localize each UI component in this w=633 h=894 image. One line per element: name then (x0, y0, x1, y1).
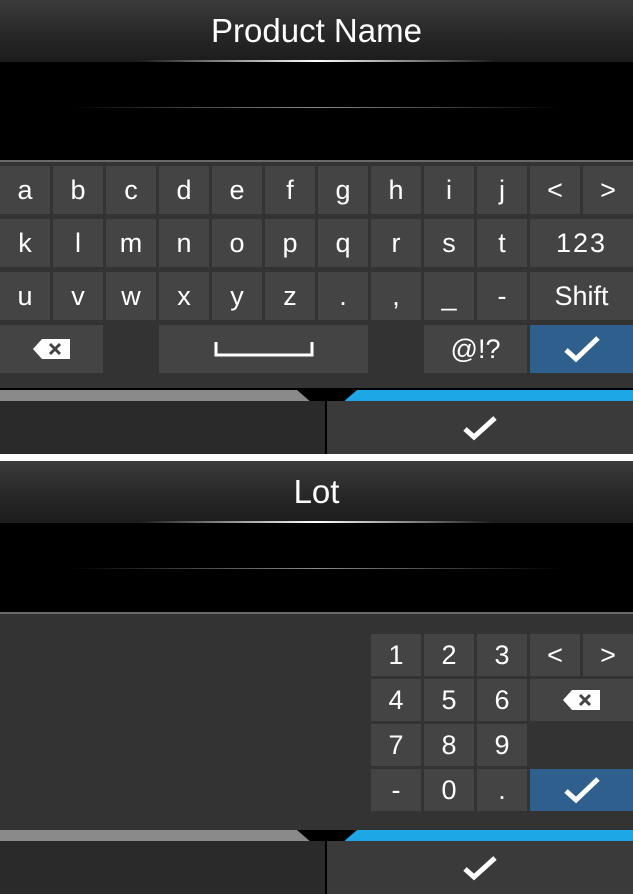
key-2[interactable]: 2 (424, 634, 474, 676)
key-d[interactable]: d (159, 166, 209, 214)
progress-inactive (0, 830, 310, 841)
backspace-key[interactable] (0, 325, 103, 373)
key-o[interactable]: o (212, 219, 262, 267)
key-7[interactable]: 7 (371, 724, 421, 766)
text-input-field[interactable] (0, 62, 633, 160)
shift-key[interactable]: Shift (530, 272, 633, 320)
key-n[interactable]: n (159, 219, 209, 267)
confirm-button[interactable] (327, 841, 633, 894)
checkmark-icon (563, 777, 600, 804)
key-v[interactable]: v (53, 272, 103, 320)
key-4[interactable]: 4 (371, 679, 421, 721)
backspace-icon (562, 690, 600, 710)
key-p[interactable]: p (265, 219, 315, 267)
key-8[interactable]: 8 (424, 724, 474, 766)
product-name-screen: Product Name a b c d e f g h i j < > k l… (0, 0, 633, 454)
key-q[interactable]: q (318, 219, 368, 267)
key-1[interactable]: 1 (371, 634, 421, 676)
cursor-right-key[interactable]: > (583, 166, 633, 214)
enter-key[interactable] (530, 769, 633, 811)
backspace-key[interactable] (530, 679, 633, 721)
key-decimal[interactable]: . (477, 769, 527, 811)
lot-screen: Lot 1 2 3 < > 4 5 6 7 8 9 - 0 . (0, 461, 633, 894)
key-r[interactable]: r (371, 219, 421, 267)
progress-inactive (0, 390, 310, 401)
key-0[interactable]: 0 (424, 769, 474, 811)
backspace-icon (32, 339, 70, 359)
key-w[interactable]: w (106, 272, 156, 320)
text-input-field[interactable] (0, 523, 633, 621)
space-key[interactable] (159, 325, 368, 373)
key-m[interactable]: m (106, 219, 156, 267)
progress-active (345, 390, 633, 401)
key-a[interactable]: a (0, 166, 50, 214)
key-underscore[interactable]: _ (424, 272, 474, 320)
key-minus[interactable]: - (371, 769, 421, 811)
confirm-button[interactable] (327, 401, 633, 454)
key-6[interactable]: 6 (477, 679, 527, 721)
key-t[interactable]: t (477, 219, 527, 267)
key-z[interactable]: z (265, 272, 315, 320)
symbols-key[interactable]: @!? (424, 325, 527, 373)
enter-key[interactable] (530, 325, 633, 373)
key-x[interactable]: x (159, 272, 209, 320)
numeric-mode-key[interactable]: 123 (530, 219, 633, 267)
back-button[interactable] (0, 841, 325, 894)
progress-active (345, 830, 633, 841)
numeric-keyboard: 1 2 3 < > 4 5 6 7 8 9 - 0 . (0, 614, 633, 830)
key-i[interactable]: i (424, 166, 474, 214)
key-e[interactable]: e (212, 166, 262, 214)
bottom-bar (0, 830, 633, 894)
key-comma[interactable]: , (371, 272, 421, 320)
page-title: Product Name (0, 0, 633, 62)
key-j[interactable]: j (477, 166, 527, 214)
page-title: Lot (0, 461, 633, 523)
key-c[interactable]: c (106, 166, 156, 214)
bottom-bar (0, 390, 633, 454)
cursor-left-key[interactable]: < (530, 634, 580, 676)
key-hyphen[interactable]: - (477, 272, 527, 320)
key-b[interactable]: b (53, 166, 103, 214)
cursor-right-key[interactable]: > (583, 634, 633, 676)
key-f[interactable]: f (265, 166, 315, 214)
key-g[interactable]: g (318, 166, 368, 214)
checkmark-icon (463, 415, 497, 440)
cursor-left-key[interactable]: < (530, 166, 580, 214)
checkmark-icon (563, 336, 600, 363)
space-icon (214, 342, 313, 357)
key-l[interactable]: l (53, 219, 103, 267)
key-s[interactable]: s (424, 219, 474, 267)
key-9[interactable]: 9 (477, 724, 527, 766)
key-5[interactable]: 5 (424, 679, 474, 721)
key-period[interactable]: . (318, 272, 368, 320)
key-y[interactable]: y (212, 272, 262, 320)
key-u[interactable]: u (0, 272, 50, 320)
checkmark-icon (463, 855, 497, 880)
alpha-keyboard: a b c d e f g h i j < > k l m n o p q r … (0, 162, 633, 388)
key-3[interactable]: 3 (477, 634, 527, 676)
back-button[interactable] (0, 401, 325, 454)
key-k[interactable]: k (0, 219, 50, 267)
key-h[interactable]: h (371, 166, 421, 214)
